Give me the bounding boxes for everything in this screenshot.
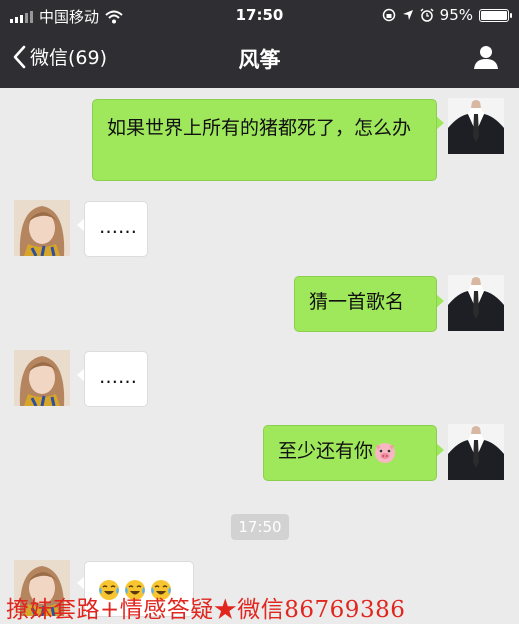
battery-icon <box>479 8 512 22</box>
status-bar: 中国移动 17:50 95% <box>0 0 519 30</box>
bubble-tail <box>436 116 444 130</box>
message-bubble[interactable]: …… <box>84 351 148 407</box>
alarm-icon <box>420 8 434 22</box>
message-bubble[interactable]: 至少还有你 <box>263 425 437 481</box>
avatar[interactable] <box>448 275 504 331</box>
battery-percent: 95% <box>439 6 473 24</box>
battery-fill <box>481 10 507 20</box>
nav-bar: 微信(69) 风筝 <box>0 30 519 88</box>
chat-title: 风筝 <box>238 48 281 72</box>
rotation-lock-icon <box>382 8 395 22</box>
avatar[interactable] <box>14 350 70 406</box>
message-bubble[interactable]: 猜一首歌名 <box>294 276 437 332</box>
status-right: 95% <box>382 6 512 24</box>
message-text: 至少还有你 <box>278 440 374 462</box>
avatar[interactable] <box>448 98 504 154</box>
bubble-tail <box>436 443 444 457</box>
pig-face-icon <box>375 442 396 463</box>
watermark-text: 撩妹套路+情感答疑★微信86769386 <box>6 597 406 623</box>
avatar[interactable] <box>14 200 70 256</box>
avatar[interactable] <box>448 424 504 480</box>
bubble-tail <box>436 294 444 308</box>
message-bubble[interactable]: …… <box>84 201 148 257</box>
message-bubble[interactable]: 如果世界上所有的猪都死了，怎么办 <box>92 99 437 181</box>
location-icon <box>402 10 413 20</box>
timestamp: 17:50 <box>231 514 289 540</box>
person-icon[interactable] <box>473 44 499 70</box>
